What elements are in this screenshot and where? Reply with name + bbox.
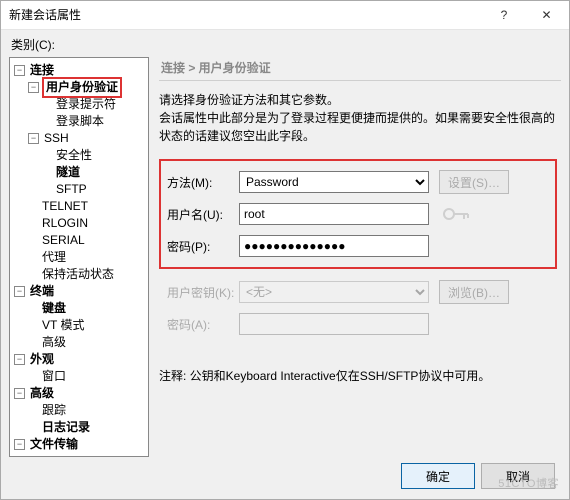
tree-logging[interactable]: 日志记录 <box>40 420 92 434</box>
collapse-icon[interactable]: − <box>28 133 39 144</box>
collapse-icon[interactable]: − <box>14 439 25 450</box>
tree-advanced[interactable]: 高级 <box>28 385 56 402</box>
browse-button: 浏览(B)… <box>439 280 509 304</box>
tree-advanced-term[interactable]: 高级 <box>40 335 68 349</box>
category-label: 类别(C): <box>1 30 569 57</box>
tree-login-prompt[interactable]: 登录提示符 <box>54 97 118 111</box>
description: 请选择身份验证方法和其它参数。 会话属性中此部分是为了登录过程更便捷而提供的。如… <box>159 91 561 145</box>
tree-telnet[interactable]: TELNET <box>40 199 90 213</box>
tree-sftp[interactable]: SFTP <box>54 182 89 196</box>
tree-serial[interactable]: SERIAL <box>40 233 87 247</box>
username-input[interactable] <box>239 203 429 225</box>
tree-ssh[interactable]: SSH <box>42 130 71 147</box>
tree-keepalive[interactable]: 保持活动状态 <box>40 267 116 281</box>
tree-vtmode[interactable]: VT 模式 <box>40 318 86 332</box>
tree-keyboard[interactable]: 键盘 <box>40 301 68 315</box>
description-line1: 请选择身份验证方法和其它参数。 <box>159 91 555 109</box>
dialog-body: −连接 −用户身份验证 登录提示符 登录脚本 −SSH 安全性 隧道 <box>1 57 569 457</box>
collapse-icon[interactable]: − <box>28 82 39 93</box>
userkey-label: 用户密钥(K): <box>167 284 239 301</box>
help-button[interactable]: ? <box>484 1 524 29</box>
passphrase-input <box>239 313 429 335</box>
tree-appearance[interactable]: 外观 <box>28 351 56 368</box>
tree-security[interactable]: 安全性 <box>54 148 94 162</box>
key-icon <box>439 201 475 227</box>
tree-window[interactable]: 窗口 <box>40 369 68 383</box>
tree-auth[interactable]: 用户身份验证 <box>42 77 122 98</box>
method-select[interactable]: Password <box>239 171 429 193</box>
tree-proxy[interactable]: 代理 <box>40 250 68 264</box>
passphrase-label: 密码(A): <box>167 316 239 333</box>
tree-file-transfer[interactable]: 文件传输 <box>28 436 80 453</box>
username-label: 用户名(U): <box>167 206 239 223</box>
collapse-icon[interactable]: − <box>14 388 25 399</box>
collapse-icon[interactable]: − <box>14 65 25 76</box>
right-pane: 连接 > 用户身份验证 请选择身份验证方法和其它参数。 会话属性中此部分是为了登… <box>149 57 561 457</box>
method-label: 方法(M): <box>167 174 239 191</box>
collapse-icon[interactable]: − <box>14 354 25 365</box>
ok-button[interactable]: 确定 <box>401 463 475 489</box>
tree-login-script[interactable]: 登录脚本 <box>54 114 106 128</box>
tree-xymodem[interactable]: X/YMODEM <box>40 454 109 457</box>
tree-rlogin[interactable]: RLOGIN <box>40 216 90 230</box>
dialog-footer: 确定 取消 <box>401 463 555 489</box>
settings-button: 设置(S)… <box>439 170 509 194</box>
auth-fields-disabled: 用户密钥(K): <无> 浏览(B)… 密码(A): <box>159 269 557 347</box>
userkey-select: <无> <box>239 281 429 303</box>
collapse-icon[interactable]: − <box>14 286 25 297</box>
tree-trace[interactable]: 跟踪 <box>40 403 68 417</box>
password-input[interactable] <box>239 235 429 257</box>
close-button[interactable]: ✕ <box>524 1 569 29</box>
description-line2: 会话属性中此部分是为了登录过程更便捷而提供的。如果需要安全性很高的状态的话建议您… <box>159 109 555 145</box>
dialog-window: 新建会话属性 ? ✕ 类别(C): −连接 −用户身份验证 登录提示符 登录脚本 <box>0 0 570 500</box>
auth-fields-highlight: 方法(M): Password 设置(S)… 用户名(U): 密码(P): <box>159 159 557 269</box>
breadcrumb: 连接 > 用户身份验证 <box>159 57 561 81</box>
tree-tunnel[interactable]: 隧道 <box>54 165 82 179</box>
password-label: 密码(P): <box>167 238 239 255</box>
note-text: 注释: 公钥和Keyboard Interactive仅在SSH/SFTP协议中… <box>159 367 561 384</box>
tree-terminal[interactable]: 终端 <box>28 283 56 300</box>
cancel-button[interactable]: 取消 <box>481 463 555 489</box>
title-bar: 新建会话属性 ? ✕ <box>1 1 569 30</box>
window-title: 新建会话属性 <box>1 1 484 29</box>
category-tree[interactable]: −连接 −用户身份验证 登录提示符 登录脚本 −SSH 安全性 隧道 <box>9 57 149 457</box>
